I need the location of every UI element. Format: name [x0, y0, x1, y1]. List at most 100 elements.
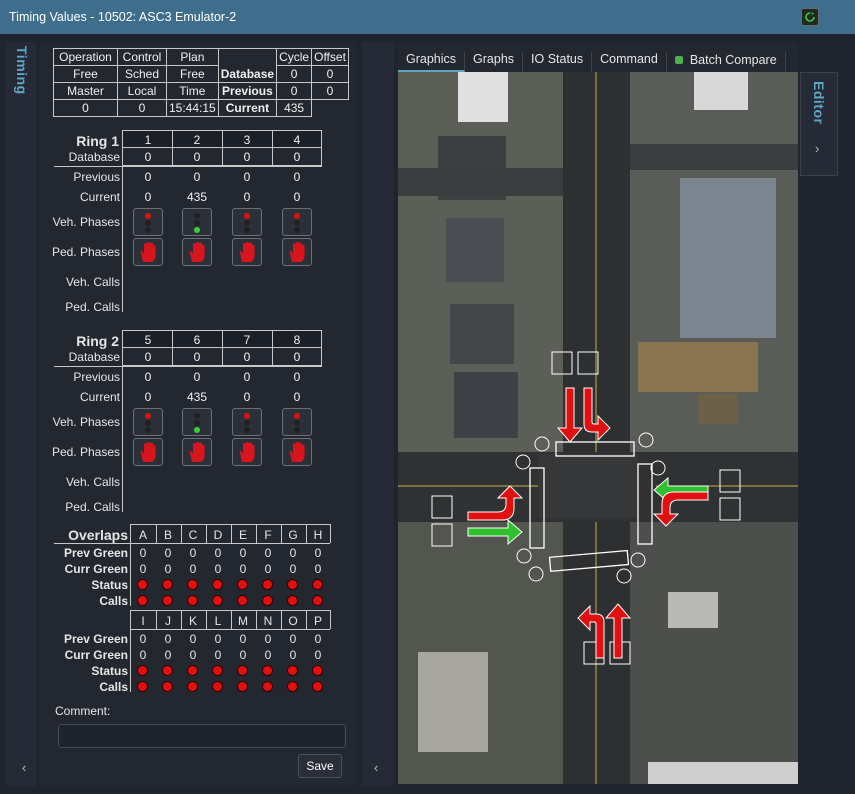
tab-graphics[interactable]: Graphics: [398, 52, 466, 72]
master-value: 0: [53, 99, 118, 117]
overlap-letter: E: [238, 528, 247, 542]
tab-bar: Graphics Graphs IO Status Command Batch …: [398, 42, 798, 72]
overlap-letter: F: [264, 528, 272, 542]
overlap-prev-green: 0: [239, 546, 247, 560]
ring1-veh-signal-icon: [182, 208, 212, 236]
overlap-curr-green: 0: [264, 562, 272, 576]
overlap-status-led: [187, 665, 198, 676]
collapse-middle-chevron-icon[interactable]: ‹: [374, 760, 378, 775]
tab-io-status[interactable]: IO Status: [523, 52, 593, 72]
control-value: Sched: [117, 65, 167, 83]
signal-lamp: [244, 413, 250, 419]
ring1-veh-signal-icon: [133, 208, 163, 236]
overlap-letter: N: [263, 614, 273, 628]
overlap-letter: C: [188, 528, 198, 542]
ring1-veh-signal-icon: [232, 208, 262, 236]
ring2-ped-hand-icon: [133, 438, 163, 466]
local-label: Local: [117, 82, 167, 100]
overlap-prev-green: 0: [164, 632, 172, 646]
ring2-database-label: Database: [68, 350, 120, 364]
overlap-right-rule: [330, 524, 331, 543]
overlap-curr-green: 0: [189, 562, 197, 576]
tab-command[interactable]: Command: [592, 52, 667, 72]
ring1-phase-number: 3: [243, 133, 251, 147]
signal-lamp: [244, 220, 250, 226]
col-plan: Plan: [166, 48, 219, 66]
comment-input[interactable]: [58, 724, 346, 748]
overlap-status-label: Status: [91, 664, 128, 678]
ring2-current-value: 0: [293, 390, 301, 404]
collapse-left-chevron-icon[interactable]: ‹: [22, 760, 26, 775]
overlap-letter: M: [238, 614, 248, 628]
previous-label: Previous: [217, 82, 278, 100]
ring1-previous-value: 0: [293, 170, 301, 184]
signal-lamp: [194, 427, 200, 433]
col-cycle: Cycle: [276, 48, 313, 66]
overlap-letter: L: [214, 614, 222, 628]
overlap-status-led: [237, 665, 248, 676]
ring2-veh-signal-icon: [133, 408, 163, 436]
ring2-veh-phases-label: Veh. Phases: [52, 415, 120, 429]
overlap-letter: P: [313, 614, 322, 628]
offset-database: 0: [311, 65, 349, 83]
ring1-veh-signal-icon: [282, 208, 312, 236]
ring2-previous-value: 0: [293, 370, 301, 384]
signal-lamp: [145, 213, 151, 219]
ring1-current-value: 0: [144, 190, 152, 204]
ring2-database-value: 0: [193, 350, 201, 364]
overlap-status-led: [262, 579, 273, 590]
signal-lamp: [244, 427, 250, 433]
overlap-curr-green: 0: [164, 562, 172, 576]
overlap-calls-label: Calls: [99, 680, 128, 694]
operation-value: Free: [53, 65, 118, 83]
timing-side-tab[interactable]: Timing ‹: [6, 42, 36, 786]
overlap-status-led: [212, 665, 223, 676]
overlap-calls-led: [137, 681, 148, 692]
ring1-database-value: 0: [144, 150, 152, 164]
signal-lamp: [145, 427, 151, 433]
tab-batch-compare[interactable]: Batch Compare: [667, 52, 786, 72]
overlap-left-rule: [130, 524, 131, 606]
ring2-label: Ring 2: [76, 333, 119, 349]
time-label: Time: [166, 82, 219, 100]
overlap-curr-green: 0: [164, 648, 172, 662]
intersection-graphic: [398, 72, 798, 784]
ring2-database-value: 0: [243, 350, 251, 364]
refresh-button[interactable]: [801, 8, 819, 26]
overlaps-label: Overlaps: [68, 527, 128, 543]
overlap-right-rule: [330, 610, 331, 629]
signal-lamp: [145, 227, 151, 233]
ring2-phase-number: 7: [243, 333, 251, 347]
ring1-ped-phases-label: Ped. Phases: [51, 245, 120, 259]
col-control: Control: [117, 48, 167, 66]
overlap-curr-green: 0: [314, 562, 322, 576]
ring1-underline: [54, 166, 322, 167]
overlap-prev-green: 0: [239, 632, 247, 646]
ring1-current-value: 0: [293, 190, 301, 204]
overlap-curr-green-label: Curr Green: [64, 562, 128, 576]
overlap-status-led: [137, 665, 148, 676]
ring2-current-value: 0: [144, 390, 152, 404]
signal-lamp: [294, 220, 300, 226]
overlap-curr-green: 0: [139, 648, 147, 662]
overlap-calls-led: [312, 595, 323, 606]
editor-tab-label: Editor: [811, 81, 827, 125]
ring2-ped-hand-icon: [232, 438, 262, 466]
signal-lamp: [194, 213, 200, 219]
intersection-map[interactable]: [398, 72, 798, 784]
save-button[interactable]: Save: [298, 754, 342, 778]
expand-editor-chevron-icon[interactable]: ›: [815, 141, 819, 156]
overlap-curr-green: 0: [189, 648, 197, 662]
ring2-ped-hand-icon: [182, 438, 212, 466]
ring1-current-label: Current: [79, 190, 120, 204]
overlap-status-led: [312, 579, 323, 590]
overlap-status-led: [287, 579, 298, 590]
overlap-status-led: [287, 665, 298, 676]
editor-side-tab[interactable]: Editor ›: [800, 72, 838, 176]
time-value: 15:44:15: [166, 99, 219, 117]
tab-graphs[interactable]: Graphs: [465, 52, 524, 72]
signal-lamp: [194, 220, 200, 226]
offset-current-blank: [312, 100, 349, 117]
overlap-status-led: [237, 579, 248, 590]
overlap-calls-led: [237, 681, 248, 692]
